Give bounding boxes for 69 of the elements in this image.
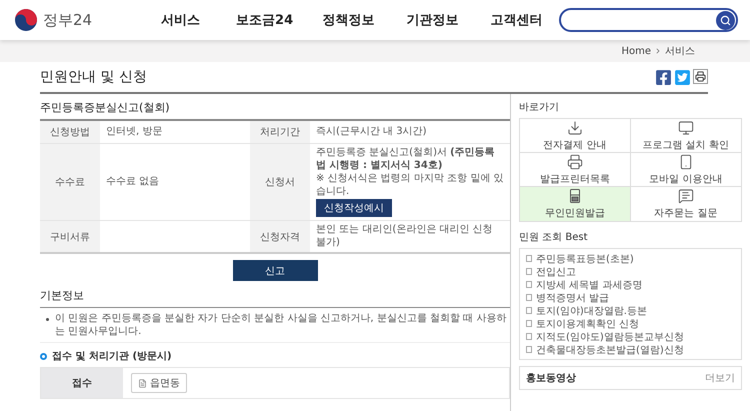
bullet-dot-icon [46,318,49,321]
nav-menu-item[interactable]: 정책정보 [306,11,391,29]
bullet-square-icon [526,255,532,262]
more-link[interactable]: 더보기 [705,371,735,385]
office-link[interactable]: 읍면동 [131,373,187,393]
search-icon [720,14,731,26]
note-text: ※ 신청서식은 법령의 마지막 조항 밑에 있습니다. [316,173,504,198]
quick-link[interactable]: 무인민원발급 [520,187,630,221]
document-icon [138,378,147,388]
print-button[interactable] [693,68,708,84]
example-button[interactable]: 신청작성예시 [316,199,392,217]
table-header-cell: 신청서 [250,144,310,220]
table-cell-text: 즉시(근무시간 내 3시간) [316,126,428,138]
printer-icon [566,154,583,170]
card-title: 홍보동영상 [526,372,576,385]
sidebar-title: 바로가기 [519,101,560,114]
apply-button[interactable]: 신고 [232,260,318,281]
table-header-cell: 접수 [41,368,123,398]
info-text: 이 민원은 주민등록증을 분실한 자가 단순히 분실한 사실을 신고하거나, 분실신고를 철회할 때 사용하는 민원사무입니다. [55,312,508,338]
table-cell-text: 주민등록증 분실신고(철회)서 (주민등록법 시행령 : 별지서식 34호) [316,147,496,172]
best-service-link[interactable]: 지방세 세목별 과세증명 [536,278,642,292]
search-button[interactable] [716,10,735,30]
ring-bullet-icon [40,352,47,360]
best-service-link[interactable]: 지적도(임야도)열람등본교부신청 [536,330,684,344]
bullet-square-icon [526,320,532,327]
best-service-link[interactable]: 건축물대장등초본발급(열람)신청 [536,342,684,356]
nav-menu-item[interactable]: 고객센터 [474,11,559,29]
section-title: 접수 및 처리기관 (방문시) [52,350,172,363]
quick-link[interactable]: 전자결제 안내 [520,119,630,153]
monitor-icon [678,120,694,136]
page-title: 민원안내 및 신청 [40,68,147,86]
bullet-square-icon [526,294,532,301]
breadcrumb-link[interactable]: 서비스 [665,44,695,58]
table-header-cell: 수수료 [40,144,100,220]
table-cell-text: 수수료 없음 [106,176,160,188]
bullet-square-icon [526,333,532,340]
table-cell-text: 본인 또는 대리인(온라인은 대리인 신청 불가) [316,224,494,249]
quick-link[interactable]: 발급프린터목록 [520,153,630,187]
nav-menu-item[interactable]: 기관정보 [390,11,475,29]
bullet-square-icon [526,346,532,353]
quick-link[interactable]: 모바일 이용안내 [630,153,741,187]
table-header-cell: 구비서류 [40,221,100,252]
print-icon [695,70,706,82]
best-service-link[interactable]: 병적증명서 발급 [536,290,610,304]
quick-link[interactable]: 프로그램 설치 확인 [630,119,741,153]
service-title: 주민등록증분실신고(철회) [40,100,171,115]
nav-menu-item[interactable]: 보조금24 [222,11,307,29]
section-title: 기본정보 [40,288,510,308]
search-field[interactable] [558,8,738,32]
best-service-link[interactable]: 주민등록표등본(초본) [536,252,634,266]
table-header-cell: 신청자격 [250,221,310,252]
best-service-link[interactable]: 토지이용계획확인 신청 [536,316,640,330]
government-emblem-icon [14,8,38,32]
table-header-cell: 처리기간 [250,121,310,143]
bullet-square-icon [526,281,532,288]
nav-menu-item[interactable]: 서비스 [138,11,223,29]
best-service-link[interactable]: 전입신고 [536,264,576,278]
best-service-link[interactable]: 토지(임야)대장열람.등본 [536,304,647,318]
breadcrumb-link[interactable]: Home [621,46,651,56]
table-header-cell: 신청방법 [40,121,100,143]
download-icon [566,120,583,136]
sidebar-title: 민원 조회 Best [519,231,589,244]
table-cell-text: 인터넷, 방문 [106,126,164,138]
facebook-icon[interactable] [655,68,672,86]
bullet-square-icon [526,268,532,275]
site-logo-text[interactable]: 정부24 [43,10,92,30]
speech-bubble-icon [678,188,694,204]
chevron-right-icon [654,47,662,55]
bullet-square-icon [526,307,532,314]
